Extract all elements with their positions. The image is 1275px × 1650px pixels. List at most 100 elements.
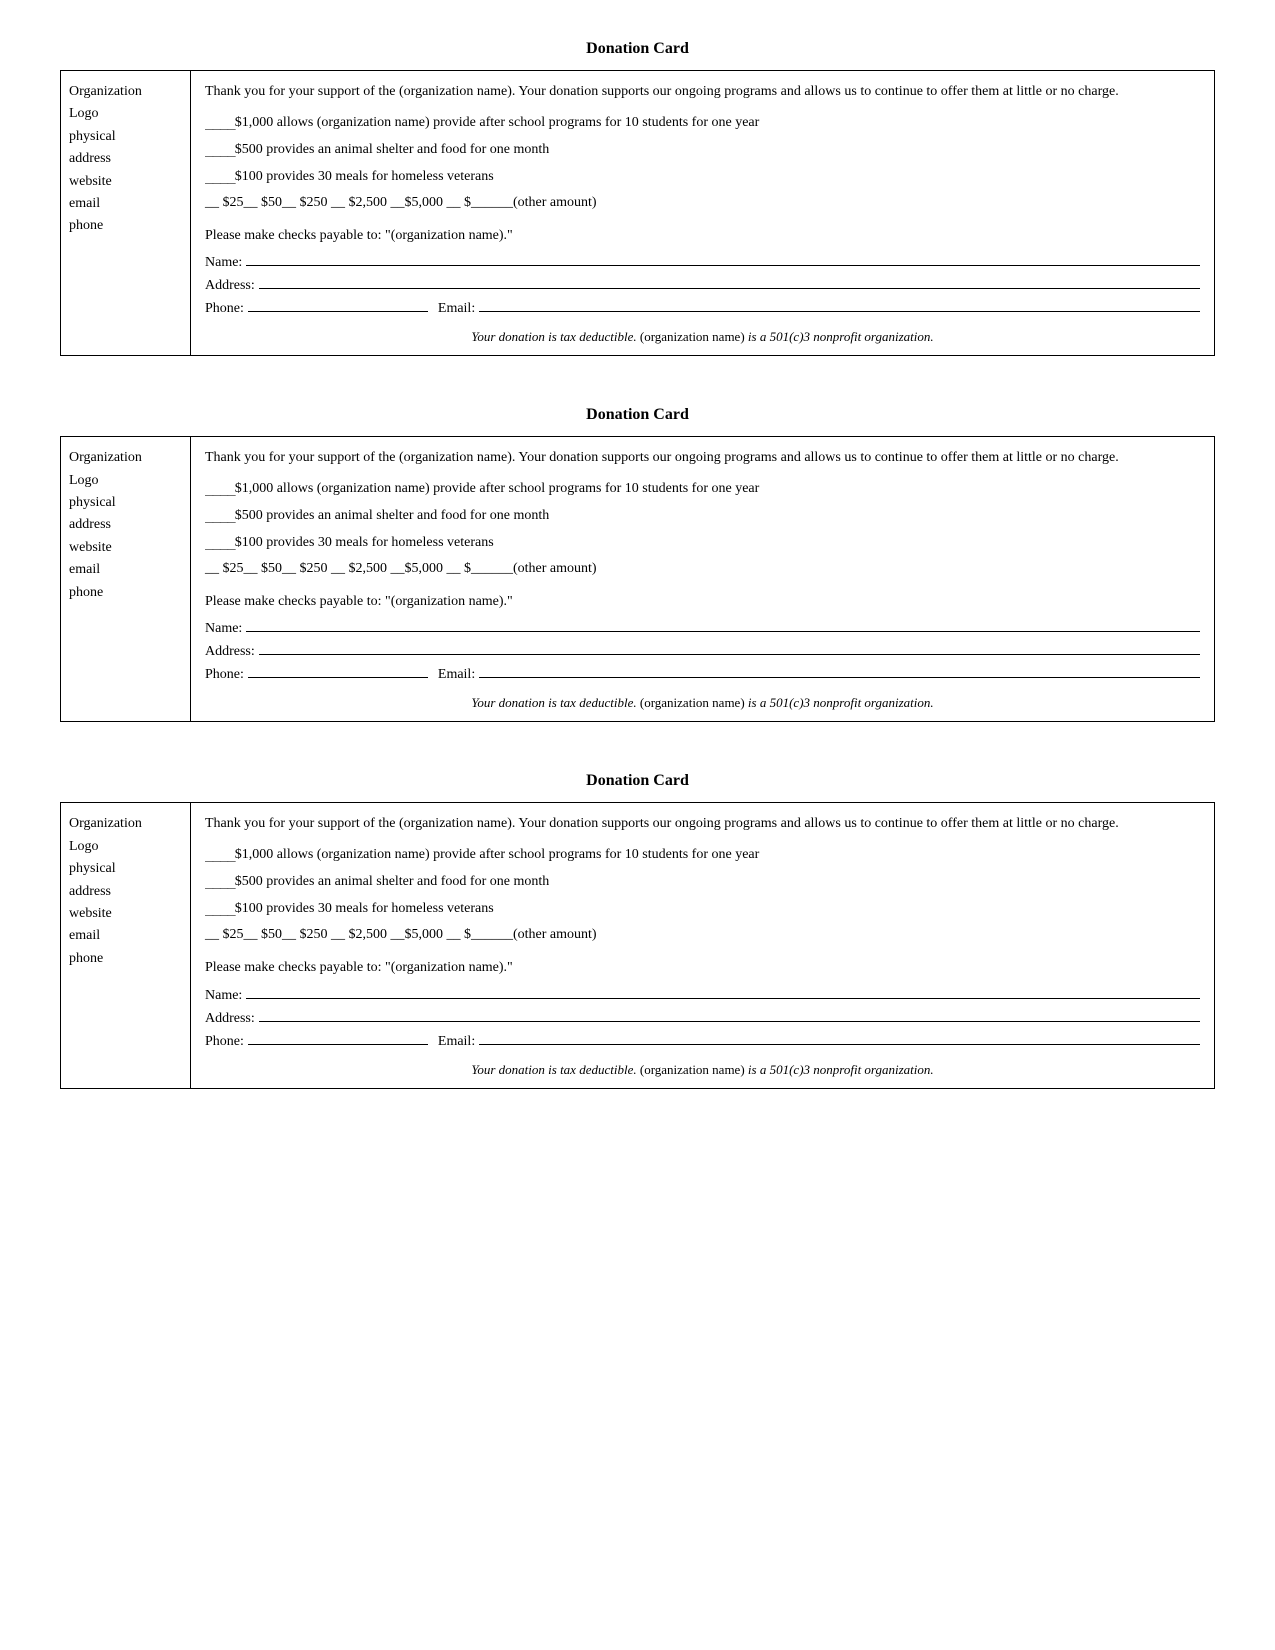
org-line7: phone [69,215,182,237]
donation-line-1-1: $1,000 allows (organization name) provid… [205,112,1200,133]
phone-label-2: Phone: [205,667,244,683]
org-logo-box-3: Organization Logo physical address websi… [61,803,191,1087]
card-content-2: Thank you for your support of the (organ… [191,437,1214,721]
amount-row-3: __ $25__ $50__ $250 __ $2,500 __$5,000 _… [205,927,1200,943]
name-field-3: Name: [205,988,1200,1004]
card-content-3: Thank you for your support of the (organ… [191,803,1214,1087]
page-container: Donation Card Organization Logo physical… [60,40,1215,1089]
card-content-1: Thank you for your support of the (organ… [191,71,1214,355]
name-field-2: Name: [205,621,1200,637]
org-logo-box-2: Organization Logo physical address websi… [61,437,191,721]
name-underline-1 [246,265,1200,266]
email-label-1: Email: [438,301,475,317]
address-label-1: Address: [205,278,255,294]
donation-card-2: Donation Card Organization Logo physical… [60,406,1215,722]
org-line6: email [69,193,182,215]
check-info-1: Please make checks payable to: "(organiz… [205,223,1200,248]
tax-note-1: Your donation is tax deductible. (organi… [205,329,1200,345]
donation-line-2-1: $1,000 allows (organization name) provid… [205,478,1200,499]
tax-italic-3: Your donation is tax deductible. [471,1062,636,1077]
intro-text-3: Thank you for your support of the (organ… [205,813,1200,834]
donation-line-3-3: $100 provides 30 meals for homeless vete… [205,898,1200,919]
email-label-3: Email: [438,1034,475,1050]
donation-line-1-3: $100 provides 30 meals for homeless vete… [205,166,1200,187]
org-line2: Logo [69,470,182,492]
phone-group-3: Phone: [205,1034,428,1050]
donation-line-2-3: $100 provides 30 meals for homeless vete… [205,532,1200,553]
phone-group-2: Phone: [205,667,428,683]
donation-line-3-1: $1,000 allows (organization name) provid… [205,844,1200,865]
card-title-2: Donation Card [60,406,1215,424]
tax-italic2-2: is a 501(c)3 nonprofit organization. [748,695,934,710]
intro-text-2: Thank you for your support of the (organ… [205,447,1200,468]
tax-org-1: (organization name) [640,329,748,344]
tax-italic2-3: is a 501(c)3 nonprofit organization. [748,1062,934,1077]
org-line5: website [69,537,182,559]
phone-underline-3 [248,1044,428,1045]
amount-row-1: __ $25__ $50__ $250 __ $2,500 __$5,000 _… [205,195,1200,211]
tax-italic-1: Your donation is tax deductible. [471,329,636,344]
org-line7: phone [69,948,182,970]
email-underline-1 [479,311,1200,312]
amount-row-2: __ $25__ $50__ $250 __ $2,500 __$5,000 _… [205,561,1200,577]
tax-italic2-1: is a 501(c)3 nonprofit organization. [748,329,934,344]
org-line4: address [69,881,182,903]
org-line4: address [69,514,182,536]
tax-note-2: Your donation is tax deductible. (organi… [205,695,1200,711]
tax-org-3: (organization name) [640,1062,748,1077]
card-body-1: Organization Logo physical address websi… [60,70,1215,356]
org-line3: physical [69,126,182,148]
org-line4: address [69,148,182,170]
phone-label-3: Phone: [205,1034,244,1050]
check-info-3: Please make checks payable to: "(organiz… [205,955,1200,980]
tax-italic-2: Your donation is tax deductible. [471,695,636,710]
donation-card-3: Donation Card Organization Logo physical… [60,772,1215,1088]
name-underline-3 [246,998,1200,999]
phone-group-1: Phone: [205,301,428,317]
phone-label-1: Phone: [205,301,244,317]
email-underline-3 [479,1044,1200,1045]
email-label-2: Email: [438,667,475,683]
card-body-2: Organization Logo physical address websi… [60,436,1215,722]
org-line6: email [69,559,182,581]
card-title-1: Donation Card [60,40,1215,58]
donation-line-1-2: $500 provides an animal shelter and food… [205,139,1200,160]
org-line3: physical [69,858,182,880]
org-line6: email [69,925,182,947]
address-underline-1 [259,288,1200,289]
org-line1: Organization [69,447,182,469]
address-field-1: Address: [205,278,1200,294]
email-group-2: Email: [438,667,1200,683]
donation-card-1: Donation Card Organization Logo physical… [60,40,1215,356]
name-label-1: Name: [205,255,242,271]
org-line7: phone [69,582,182,604]
org-line1: Organization [69,81,182,103]
phone-email-row-1: Phone: Email: [205,301,1200,317]
tax-note-3: Your donation is tax deductible. (organi… [205,1062,1200,1078]
card-title-3: Donation Card [60,772,1215,790]
address-underline-2 [259,654,1200,655]
org-line5: website [69,171,182,193]
org-line1: Organization [69,813,182,835]
address-underline-3 [259,1021,1200,1022]
email-group-1: Email: [438,301,1200,317]
email-group-3: Email: [438,1034,1200,1050]
check-info-2: Please make checks payable to: "(organiz… [205,589,1200,614]
address-field-3: Address: [205,1011,1200,1027]
phone-underline-2 [248,677,428,678]
name-field-1: Name: [205,255,1200,271]
tax-org-2: (organization name) [640,695,748,710]
name-label-3: Name: [205,988,242,1004]
org-line3: physical [69,492,182,514]
org-line5: website [69,903,182,925]
address-label-3: Address: [205,1011,255,1027]
org-logo-box-1: Organization Logo physical address websi… [61,71,191,355]
org-line2: Logo [69,103,182,125]
phone-email-row-3: Phone: Email: [205,1034,1200,1050]
name-underline-2 [246,631,1200,632]
card-body-3: Organization Logo physical address websi… [60,802,1215,1088]
address-label-2: Address: [205,644,255,660]
name-label-2: Name: [205,621,242,637]
phone-email-row-2: Phone: Email: [205,667,1200,683]
donation-line-2-2: $500 provides an animal shelter and food… [205,505,1200,526]
